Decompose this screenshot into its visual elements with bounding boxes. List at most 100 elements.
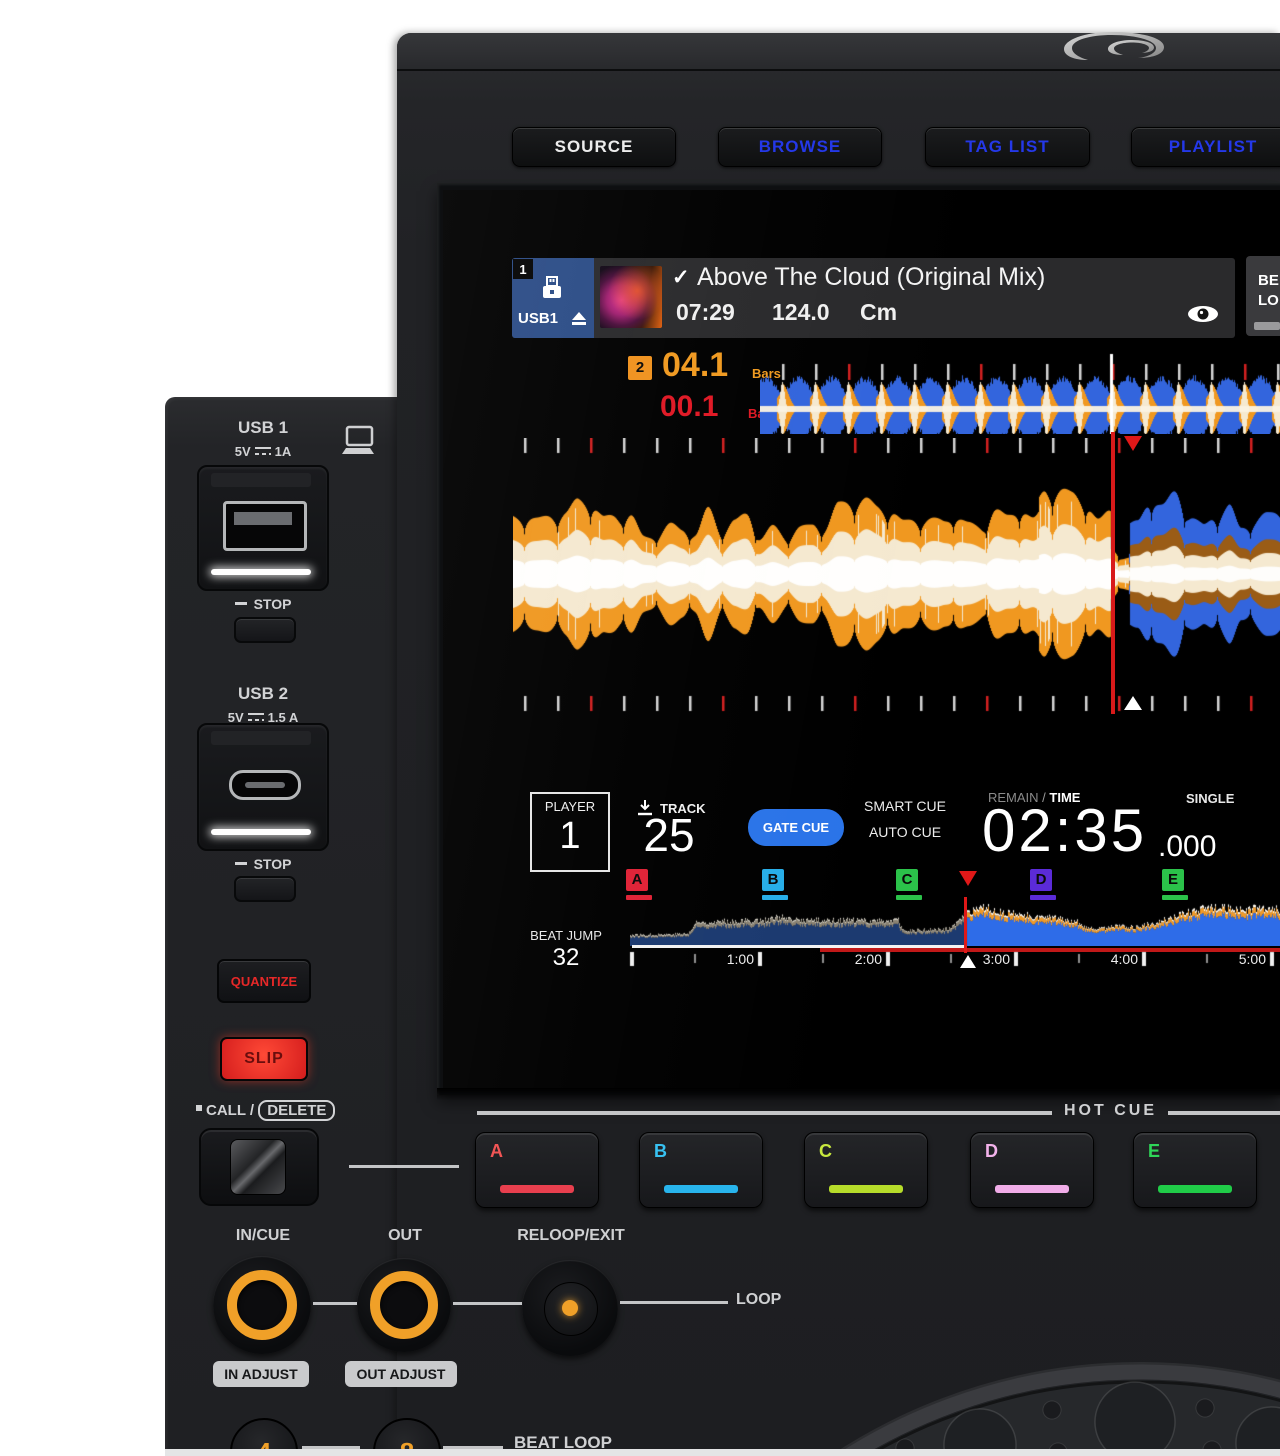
usb-c-receptacle: [229, 770, 301, 800]
call-knob: [230, 1139, 286, 1195]
reloop-led: [562, 1300, 578, 1316]
time-main-digits: 02:35: [982, 796, 1147, 865]
usb1-amps: 1A: [275, 444, 292, 459]
hot-cue-line-right: [1168, 1111, 1280, 1115]
overview-cue-a-dash: [626, 895, 652, 900]
track-duration: 07:29: [676, 299, 735, 326]
browse-button[interactable]: BROWSE: [718, 127, 882, 167]
usb-a-port[interactable]: [197, 465, 329, 591]
screen-hotcue-d[interactable]: D: [1030, 869, 1052, 891]
current-cue-marker-icon: [1124, 696, 1142, 710]
beat-jump-label: BEAT JUMP: [521, 928, 611, 943]
loop-line-3: [620, 1301, 728, 1304]
screen-hotcue-b[interactable]: B: [762, 869, 784, 891]
pad-b-bar: [664, 1185, 738, 1193]
overview-cue-position-icon: [960, 955, 976, 968]
usb-c-port[interactable]: [197, 723, 329, 851]
dc-icon: [248, 713, 264, 722]
pad-c-bar: [829, 1185, 903, 1193]
eye-icon[interactable]: [1186, 304, 1220, 324]
auto-cue-label[interactable]: AUTO CUE: [850, 824, 960, 840]
usb1-stop-button[interactable]: [234, 617, 296, 643]
usb1-stop-label: STOP: [193, 596, 333, 612]
loop-out-button[interactable]: [357, 1258, 451, 1352]
hot-cue-pad-e[interactable]: E: [1133, 1132, 1257, 1208]
hot-cue-section-label: HOT CUE: [1064, 1102, 1157, 1120]
clipped-panel-line2: LO: [1258, 292, 1279, 309]
hot-cue-pad-c[interactable]: C: [804, 1132, 928, 1208]
bullet-icon: [196, 1105, 202, 1111]
cue-point-marker-icon: [1124, 436, 1142, 451]
link-computer-icon: [338, 424, 378, 460]
usb1-stop-text: STOP: [254, 596, 292, 612]
bars-current: 00.1: [660, 390, 718, 424]
memory-cue-marker-icon: [959, 871, 977, 886]
source-button[interactable]: SOURCE: [512, 127, 676, 167]
usb2-stop-text: STOP: [254, 856, 292, 872]
screen-hotcue-a[interactable]: A: [626, 869, 648, 891]
pad-b-letter: B: [654, 1141, 667, 1162]
playlist-button[interactable]: PLAYLIST: [1131, 127, 1280, 167]
usb2-led: [211, 829, 311, 835]
loop-line-2: [453, 1302, 522, 1305]
player-slot-badge: 1: [513, 259, 533, 279]
usb1-led: [211, 569, 311, 575]
cdj-player: SOURCE BROWSE TAG LIST PLAYLIST 1 USB1 ✓…: [0, 0, 1280, 1456]
track-bpm[interactable]: 124.0: [772, 299, 830, 326]
brand-swirl-logo: [1052, 26, 1174, 68]
main-waveform: [513, 438, 1280, 712]
single-mode-label[interactable]: SINGLE: [1186, 791, 1234, 806]
out-adjust-badge: OUT ADJUST: [345, 1361, 457, 1387]
overview-cue-d-dash: [1030, 895, 1056, 900]
deck-bottom-edge: [165, 1449, 1280, 1456]
pad-e-bar: [1158, 1185, 1232, 1193]
overview-waveform-needle-strip[interactable]: [630, 903, 1280, 946]
timeline-label-1: 1:00: [698, 951, 754, 967]
beat-badge: 2: [628, 356, 652, 380]
timeline-label-4: 4:00: [1082, 951, 1138, 967]
reloop-exit-button[interactable]: [522, 1260, 618, 1356]
pad-a-bar: [500, 1185, 574, 1193]
jog-wheel[interactable]: [700, 1320, 1280, 1456]
clipped-panel-button: [1254, 322, 1280, 330]
usb1-source-label: USB1: [518, 310, 558, 327]
timeline-label-5: 5:00: [1210, 951, 1266, 967]
track-number-value: 25: [634, 808, 704, 862]
loop-label: LOOP: [736, 1291, 781, 1309]
usb2-stop-button[interactable]: [234, 876, 296, 902]
overview-playhead: [964, 897, 967, 953]
tag-list-button[interactable]: TAG LIST: [925, 127, 1090, 167]
pad-e-letter: E: [1148, 1141, 1160, 1162]
hot-cue-pad-d[interactable]: D: [970, 1132, 1094, 1208]
smart-cue-label[interactable]: SMART CUE: [850, 798, 960, 814]
track-loaded-check-icon: ✓: [672, 265, 690, 290]
beat-jump-value[interactable]: 32: [521, 944, 611, 972]
usb1-volts: 5V: [235, 444, 251, 459]
usb-a-receptacle: [223, 501, 307, 551]
reloop-exit-label: RELOOP/EXIT: [506, 1227, 636, 1245]
slip-button[interactable]: SLIP: [220, 1037, 308, 1081]
player-number-box: PLAYER 1: [530, 792, 610, 872]
eject-icon[interactable]: [572, 312, 586, 325]
call-connector-line: [349, 1165, 459, 1168]
screen-hotcue-e[interactable]: E: [1162, 869, 1184, 891]
pad-a-letter: A: [490, 1141, 503, 1162]
track-title: Above The Cloud (Original Mix): [697, 263, 1045, 292]
usb-drive-icon: [538, 274, 566, 300]
loop-in-cue-button[interactable]: [213, 1256, 311, 1354]
track-key[interactable]: Cm: [860, 299, 897, 326]
screen-hotcue-c[interactable]: C: [896, 869, 918, 891]
quantize-button[interactable]: QUANTIZE: [217, 959, 311, 1003]
bezel-bottom-shadow: [437, 1088, 1280, 1100]
usb1-power-rating: 5V 1A: [193, 444, 333, 459]
hot-cue-pad-b[interactable]: B: [639, 1132, 763, 1208]
gate-cue-button[interactable]: GATE CUE: [748, 809, 844, 846]
hot-cue-pad-a[interactable]: A: [475, 1132, 599, 1208]
overview-cue-e-dash: [1162, 895, 1188, 900]
time-milliseconds: .000: [1158, 830, 1216, 864]
call-delete-button[interactable]: [199, 1128, 319, 1206]
usb1-port-label: USB 1: [193, 418, 333, 438]
album-art: [600, 266, 662, 328]
delete-label: DELETE: [258, 1100, 335, 1121]
overview-cue-c-dash: [896, 895, 922, 900]
